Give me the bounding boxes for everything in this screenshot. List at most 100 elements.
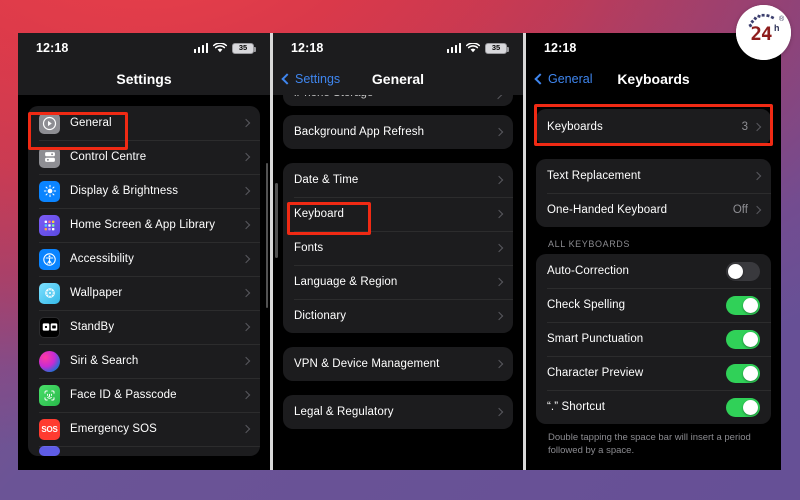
sidebar-item-siri-search[interactable]: Siri & Search (28, 344, 260, 378)
row-label: Check Spelling (547, 299, 626, 311)
row-fonts[interactable]: Fonts (283, 231, 513, 265)
sidebar-item-wallpaper[interactable]: Wallpaper (28, 276, 260, 310)
sidebar-item-face-id-passcode[interactable]: Face ID & Passcode (28, 378, 260, 412)
face-id-icon (39, 384, 60, 406)
row-character-preview[interactable]: Character Preview (536, 356, 771, 390)
status-bar: 12:18 35 (18, 33, 270, 63)
toggle-smart-punctuation[interactable] (726, 329, 760, 349)
battery-icon: 35 (485, 42, 509, 54)
back-button-general[interactable]: General (534, 72, 593, 86)
home-screen-icon (39, 214, 60, 236)
sidebar-item-accessibility[interactable]: Accessibility (28, 242, 260, 276)
sidebar-item-general[interactable]: General (28, 106, 260, 140)
toggle-knob (743, 365, 758, 381)
chevron-right-icon (241, 220, 251, 230)
row-legal-regulatory[interactable]: Legal & Regulatory (283, 395, 513, 429)
scrollbar[interactable] (275, 183, 278, 258)
chevron-right-icon (241, 118, 251, 128)
row-label: VPN & Device Management (294, 358, 440, 370)
sos-icon: SOS (39, 418, 60, 440)
row-vpn-device-management[interactable]: VPN & Device Management (283, 347, 513, 381)
row-label: Legal & Regulatory (294, 406, 394, 418)
row-label: General (70, 117, 112, 129)
sidebar-item-partial[interactable] (28, 446, 260, 456)
chevron-right-icon (494, 407, 504, 417)
status-clock: 12:18 (544, 41, 577, 55)
page-title: Settings (116, 71, 172, 87)
chevron-right-icon (494, 243, 504, 253)
row-auto-correction[interactable]: Auto-Correction (536, 254, 771, 288)
settings-group-keyboards: Keyboards 3 (536, 109, 771, 145)
back-button-label: General (548, 72, 593, 86)
row-text-replacement[interactable]: Text Replacement (536, 159, 771, 193)
row-period-shortcut[interactable]: “.” Shortcut (536, 390, 771, 424)
toggle-period-shortcut[interactable] (726, 397, 760, 417)
row-language-region[interactable]: Language & Region (283, 265, 513, 299)
keyboards-list[interactable]: Keyboards 3 Text Replacement One-Handed … (526, 95, 781, 470)
sidebar-item-control-centre[interactable]: Control Centre (28, 140, 260, 174)
row-label: Emergency SOS (70, 423, 157, 435)
sidebar-item-home-screen[interactable]: Home Screen & App Library (28, 208, 260, 242)
partial-icon (39, 446, 60, 456)
chevron-right-icon (241, 390, 251, 400)
row-check-spelling[interactable]: Check Spelling (536, 288, 771, 322)
chevron-right-icon (241, 322, 251, 332)
chevron-left-icon (534, 73, 546, 85)
chevron-right-icon (494, 175, 504, 185)
row-keyboards[interactable]: Keyboards 3 (536, 109, 771, 145)
toggle-auto-correction[interactable] (726, 261, 760, 281)
toggle-knob (743, 399, 758, 415)
phone-panel-settings: 12:18 35 Settings General Control Centre… (18, 33, 270, 470)
sidebar-item-emergency-sos[interactable]: SOS Emergency SOS (28, 412, 260, 446)
phone-panel-general: 12:18 35 Settings General Background App… (273, 33, 523, 470)
chevron-right-icon (752, 205, 762, 215)
general-list[interactable]: iPhone Storage Background App Refresh Da… (273, 95, 523, 470)
siri-icon (39, 350, 60, 372)
wifi-icon (466, 43, 480, 53)
brightness-icon (39, 180, 60, 202)
chevron-left-icon (281, 73, 293, 85)
row-label: Face ID & Passcode (70, 389, 177, 401)
control-centre-icon (39, 146, 60, 168)
brand-logo-24h: 24 h ® (736, 5, 791, 60)
row-value: Off (732, 204, 748, 216)
toggle-character-preview[interactable] (726, 363, 760, 383)
row-label: One-Handed Keyboard (547, 204, 668, 216)
row-keyboard[interactable]: Keyboard (283, 197, 513, 231)
row-background-app-refresh[interactable]: Background App Refresh (283, 115, 513, 149)
nav-bar: General Keyboards (526, 63, 781, 95)
phone-screenshot-row: 12:18 35 Settings General Control Centre… (18, 33, 784, 470)
row-one-handed-keyboard[interactable]: One-Handed Keyboard Off (536, 193, 771, 227)
clipped-row-iphone-storage[interactable]: iPhone Storage (283, 95, 513, 106)
cellular-signal-icon (193, 43, 208, 53)
page-title: Keyboards (617, 71, 690, 87)
sidebar-item-standby[interactable]: StandBy (28, 310, 260, 344)
wallpaper-icon (39, 282, 60, 304)
row-dictionary[interactable]: Dictionary (283, 299, 513, 333)
row-label: Wallpaper (70, 287, 123, 299)
row-date-time[interactable]: Date & Time (283, 163, 513, 197)
chevron-right-icon (494, 127, 504, 137)
settings-list[interactable]: General Control Centre Display & Brightn… (18, 95, 270, 470)
toggle-check-spelling[interactable] (726, 295, 760, 315)
row-label: Date & Time (294, 174, 359, 186)
cellular-signal-icon (446, 43, 461, 53)
row-label: Siri & Search (70, 355, 139, 367)
row-label: Keyboards (547, 121, 603, 133)
toggle-knob (743, 331, 758, 347)
row-label: Smart Punctuation (547, 333, 644, 345)
chevron-right-icon (494, 359, 504, 369)
row-label: Auto-Correction (547, 265, 630, 277)
status-clock: 12:18 (291, 41, 324, 55)
chevron-right-icon (493, 95, 503, 100)
row-smart-punctuation[interactable]: Smart Punctuation (536, 322, 771, 356)
row-label: Text Replacement (547, 170, 641, 182)
back-button-settings[interactable]: Settings (281, 72, 340, 86)
chevron-right-icon (241, 186, 251, 196)
logo-registered: ® (779, 15, 785, 23)
sidebar-item-display-brightness[interactable]: Display & Brightness (28, 174, 260, 208)
page-title: General (371, 71, 425, 87)
logo-number: 24 (751, 23, 772, 45)
scrollbar[interactable] (265, 163, 268, 308)
chevron-right-icon (241, 356, 251, 366)
